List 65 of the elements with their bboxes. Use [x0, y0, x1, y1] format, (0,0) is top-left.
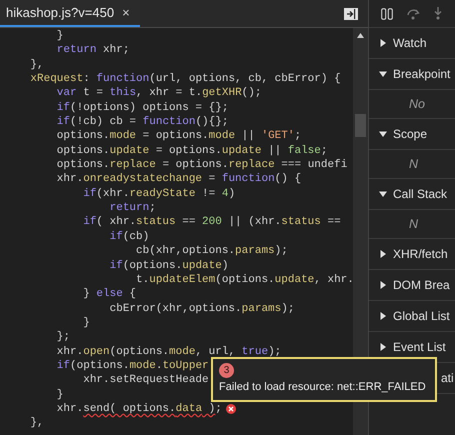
code-line: return; [108, 201, 156, 216]
section-header[interactable]: Watch [369, 28, 455, 59]
empty-message: No [409, 96, 425, 113]
code-line: if(!cb) cb = function(){}; [56, 115, 228, 130]
code-line: if(options.mode.toUpper [56, 358, 209, 374]
section-title: XHR/fetch [393, 246, 448, 263]
code-line: return xhr; [56, 43, 130, 58]
code-line: cb(xhr,options.params); [135, 244, 288, 258]
error-count-badge: 3 [219, 363, 234, 378]
tab-label: hikashop.js?v=450 [6, 4, 114, 22]
toggle-panel-icon[interactable] [344, 8, 358, 20]
section-title: Breakpoint [393, 66, 450, 83]
code-line: if(options.update) [108, 258, 228, 273]
code-line: xRequest: function(url, options, cb, cbError) { [29, 72, 341, 86]
close-button[interactable]: × [122, 2, 130, 22]
code-line: options.update = options.update || false; [56, 144, 328, 158]
empty-message: N [409, 216, 418, 233]
collapse-triangle-icon [379, 190, 387, 198]
code-line: cbError(xhr,options.params); [108, 302, 294, 316]
code-line: }; [56, 330, 70, 345]
step-over-icon[interactable] [407, 7, 420, 20]
expand-triangle-icon [379, 250, 387, 258]
error-message: Failed to load resource: net::ERR_FAILED [219, 380, 426, 394]
section-title: Call Stack [393, 186, 448, 203]
collapse-triangle-icon [379, 70, 387, 78]
section-header[interactable]: Call Stack [369, 179, 455, 210]
expand-triangle-icon [379, 39, 387, 47]
code-line: } [56, 29, 64, 44]
code-line: t.updateElem(options.update, xhr. [135, 272, 353, 288]
section-header[interactable]: Global List [369, 301, 455, 332]
code-line: if( xhr.status == 200 || (xhr.status == [82, 215, 341, 230]
code-line: } [82, 316, 90, 330]
code-line: if(xhr.readyState != 4) [82, 186, 236, 202]
step-into-icon[interactable] [434, 7, 442, 20]
code-line: xhr.send( options.data ); [56, 402, 222, 416]
code-line: xhr.setRequestHeade [82, 373, 209, 388]
code-line: options.mode = options.mode || 'GET'; [56, 129, 302, 144]
section-header[interactable]: XHR/fetch [369, 239, 455, 270]
code-line: } else { [82, 287, 136, 302]
code-line: } [56, 388, 64, 402]
section-title: ati [441, 370, 454, 387]
section-title: Global List [393, 308, 450, 325]
scroll-up-icon[interactable] [357, 33, 364, 38]
section-header[interactable]: Breakpoint [369, 59, 455, 90]
expand-triangle-icon [379, 281, 387, 289]
code-line: if(cb) [108, 230, 150, 244]
code-line: xhr.open(options.mode, url, true); [56, 344, 282, 359]
section-header[interactable]: DOM Brea [369, 270, 455, 301]
code-line: var t = this, xhr = t.getXHR(); [56, 86, 262, 101]
section-title: DOM Brea [393, 277, 450, 294]
expand-triangle-icon [379, 312, 387, 320]
scroll-thumb[interactable] [355, 114, 366, 137]
pause-icon[interactable] [381, 8, 393, 20]
code-line: }, [29, 58, 44, 72]
section-header[interactable]: Scope [369, 119, 455, 150]
collapse-triangle-icon [379, 130, 387, 138]
section-title: Scope [393, 126, 428, 143]
code-line: }, [29, 416, 44, 431]
code-line: xhr.onreadystatechange = function() { [56, 172, 302, 187]
code-line: if(!options) options = {}; [56, 100, 228, 116]
code-line: options.replace = options.replace === undefi [56, 158, 348, 172]
section-title: Watch [393, 35, 427, 52]
expand-triangle-icon [379, 343, 387, 351]
section-title: Event List [393, 339, 446, 356]
empty-message: N [409, 156, 418, 173]
